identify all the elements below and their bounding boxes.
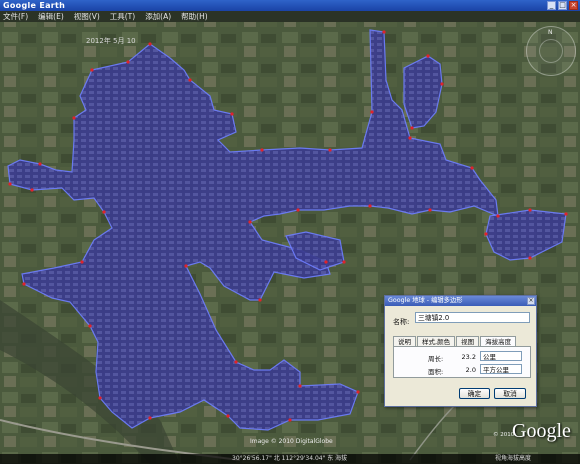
dialog-close-button[interactable]: × bbox=[527, 297, 535, 305]
maximize-button[interactable]: □ bbox=[558, 1, 567, 10]
dialog-title-bar[interactable]: Google 地球 - 编辑多边形 × bbox=[385, 296, 536, 306]
perimeter-row: 周长: 23.2 公里 bbox=[394, 351, 532, 363]
name-input[interactable]: 三塘镇2.0 bbox=[415, 312, 530, 323]
ok-button[interactable]: 确定 bbox=[459, 388, 490, 399]
app-title: Google Earth bbox=[3, 1, 66, 10]
status-bar: 30°26'56.17" 北 112°29'34.04" 东 海拔 视角海拔高度 bbox=[0, 454, 580, 464]
edit-polygon-dialog: Google 地球 - 编辑多边形 × 名称: 三塘镇2.0 说明 样式,颜色 … bbox=[384, 295, 537, 407]
menu-tools[interactable]: 工具(T) bbox=[110, 11, 135, 22]
menu-add[interactable]: 添加(A) bbox=[145, 11, 171, 22]
google-logo: Google bbox=[512, 420, 571, 442]
title-bar: Google Earth _ □ × bbox=[0, 0, 580, 11]
minimize-button[interactable]: _ bbox=[547, 1, 556, 10]
perimeter-label: 周长: bbox=[428, 355, 444, 363]
window-controls: _ □ × bbox=[547, 1, 578, 10]
menu-bar: 文件(F) 编辑(E) 视图(V) 工具(T) 添加(A) 帮助(H) bbox=[0, 11, 580, 22]
menu-view[interactable]: 视图(V) bbox=[74, 11, 100, 22]
eye-altitude: 视角海拔高度 bbox=[495, 455, 532, 462]
imagery-date: 2012年 5月 10 bbox=[86, 37, 136, 45]
name-label: 名称: bbox=[393, 318, 410, 326]
menu-edit[interactable]: 编辑(E) bbox=[38, 11, 64, 22]
cursor-coordinates: 30°26'56.17" 北 112°29'34.04" 东 海拔 bbox=[232, 455, 348, 462]
copyright-text: © 2010 bbox=[493, 432, 515, 438]
menu-file[interactable]: 文件(F) bbox=[3, 11, 28, 22]
area-label: 面积: bbox=[428, 368, 444, 376]
area-row: 面积: 2.0 平方公里 bbox=[394, 364, 532, 376]
menu-help[interactable]: 帮助(H) bbox=[181, 11, 208, 22]
perimeter-value: 23.2 bbox=[461, 353, 476, 361]
cancel-button[interactable]: 取消 bbox=[494, 388, 526, 399]
close-button[interactable]: × bbox=[569, 1, 578, 10]
area-value: 2.0 bbox=[465, 366, 476, 374]
look-joystick-icon[interactable] bbox=[539, 39, 563, 63]
compass-north-label: N bbox=[548, 29, 553, 36]
dialog-title: Google 地球 - 编辑多边形 bbox=[388, 297, 463, 304]
perimeter-unit-select[interactable]: 公里 bbox=[480, 351, 522, 361]
image-credit: Image © 2010 DigitalGlobe bbox=[250, 438, 333, 445]
measurement-panel: 周长: 23.2 公里 面积: 2.0 平方公里 bbox=[393, 346, 531, 378]
area-unit-select[interactable]: 平方公里 bbox=[480, 364, 522, 374]
navigation-control[interactable]: N bbox=[526, 26, 576, 76]
